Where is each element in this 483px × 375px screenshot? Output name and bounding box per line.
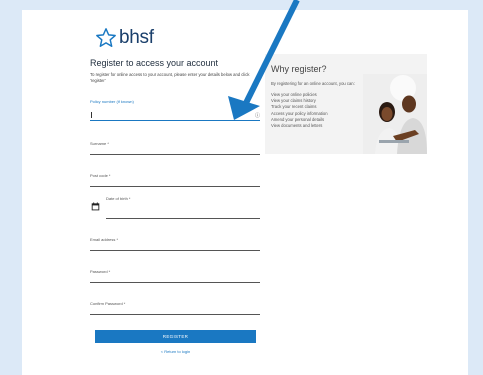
return-to-login-link[interactable]: < Return to login (95, 349, 256, 354)
return-link-container: < Return to login (95, 0, 256, 360)
why-register-panel: Why register? By registering for an onli… (265, 54, 427, 154)
text-caret (91, 112, 92, 118)
benefits-list: View your online policies View your clai… (271, 92, 328, 129)
why-register-subtitle: By registering for an online account, yo… (271, 81, 355, 86)
why-register-title: Why register? (271, 64, 327, 74)
list-item: Access your policy information (271, 110, 328, 116)
list-item: View documents and letters (271, 123, 323, 129)
couple-photo (363, 74, 427, 154)
